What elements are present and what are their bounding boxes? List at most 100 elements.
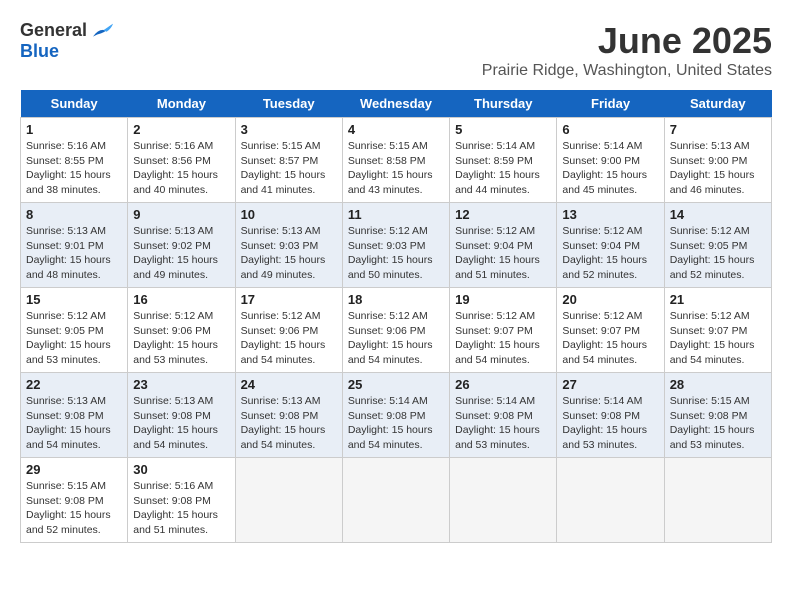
calendar-cell: 1 Sunrise: 5:16 AMSunset: 8:55 PMDaylight… [21,118,128,203]
day-info: Sunrise: 5:13 AMSunset: 9:00 PMDaylight:… [670,139,766,198]
calendar-cell: 11Sunrise: 5:12 AMSunset: 9:03 PMDayligh… [342,203,449,288]
day-info: Sunrise: 5:15 AMSunset: 8:58 PMDaylight:… [348,139,444,198]
day-number: 9 [133,207,229,222]
day-number: 27 [562,377,658,392]
day-info: Sunrise: 5:12 AMSunset: 9:07 PMDaylight:… [670,309,766,368]
calendar-week-row: 29 Sunrise: 5:15 AMSunset: 9:08 PMDayligh… [21,458,772,543]
day-number: 22 [26,377,122,392]
header-wednesday: Wednesday [342,90,449,118]
day-number: 25 [348,377,444,392]
day-number: 2 [133,122,229,137]
calendar-cell: 7 Sunrise: 5:13 AMSunset: 9:00 PMDaylight… [664,118,771,203]
day-number: 18 [348,292,444,307]
day-info: Sunrise: 5:16 AMSunset: 9:08 PMDaylight:… [133,479,229,538]
day-number: 15 [26,292,122,307]
day-number: 4 [348,122,444,137]
day-number: 12 [455,207,551,222]
calendar-cell: 12 Sunrise: 5:12 AMSunset: 9:04 PMDayligh… [450,203,557,288]
calendar-cell: 26 Sunrise: 5:14 AMSunset: 9:08 PMDayligh… [450,373,557,458]
calendar-week-row: 22 Sunrise: 5:13 AMSunset: 9:08 PMDayligh… [21,373,772,458]
day-info: Sunrise: 5:12 AMSunset: 9:07 PMDaylight:… [455,309,551,368]
day-info: Sunrise: 5:14 AMSunset: 9:08 PMDaylight:… [562,394,658,453]
day-info: Sunrise: 5:12 AMSunset: 9:06 PMDaylight:… [348,309,444,368]
day-number: 24 [241,377,337,392]
day-number: 30 [133,462,229,477]
header-monday: Monday [128,90,235,118]
day-number: 20 [562,292,658,307]
day-number: 17 [241,292,337,307]
header-friday: Friday [557,90,664,118]
header-tuesday: Tuesday [235,90,342,118]
day-number: 13 [562,207,658,222]
day-info: Sunrise: 5:12 AMSunset: 9:07 PMDaylight:… [562,309,658,368]
calendar-cell: 4 Sunrise: 5:15 AMSunset: 8:58 PMDaylight… [342,118,449,203]
day-info: Sunrise: 5:12 AMSunset: 9:04 PMDaylight:… [562,224,658,283]
calendar-cell: 29 Sunrise: 5:15 AMSunset: 9:08 PMDayligh… [21,458,128,543]
calendar-cell: 20 Sunrise: 5:12 AMSunset: 9:07 PMDayligh… [557,288,664,373]
calendar-cell: 16Sunrise: 5:12 AMSunset: 9:06 PMDayligh… [128,288,235,373]
calendar-week-row: 1 Sunrise: 5:16 AMSunset: 8:55 PMDaylight… [21,118,772,203]
day-info: Sunrise: 5:13 AMSunset: 9:08 PMDaylight:… [241,394,337,453]
calendar-cell: 6Sunrise: 5:14 AMSunset: 9:00 PMDaylight… [557,118,664,203]
calendar-cell: 5Sunrise: 5:14 AMSunset: 8:59 PMDaylight… [450,118,557,203]
calendar-cell: 27 Sunrise: 5:14 AMSunset: 9:08 PMDayligh… [557,373,664,458]
day-number: 14 [670,207,766,222]
day-info: Sunrise: 5:12 AMSunset: 9:04 PMDaylight:… [455,224,551,283]
day-info: Sunrise: 5:13 AMSunset: 9:03 PMDaylight:… [241,224,337,283]
calendar-title: June 2025 [482,20,772,62]
calendar-cell: 17 Sunrise: 5:12 AMSunset: 9:06 PMDayligh… [235,288,342,373]
calendar-cell: 14Sunrise: 5:12 AMSunset: 9:05 PMDayligh… [664,203,771,288]
day-info: Sunrise: 5:15 AMSunset: 8:57 PMDaylight:… [241,139,337,198]
day-number: 26 [455,377,551,392]
day-info: Sunrise: 5:13 AMSunset: 9:02 PMDaylight:… [133,224,229,283]
calendar-subtitle: Prairie Ridge, Washington, United States [482,62,772,80]
day-info: Sunrise: 5:12 AMSunset: 9:05 PMDaylight:… [26,309,122,368]
calendar-cell [450,458,557,543]
day-info: Sunrise: 5:13 AMSunset: 9:01 PMDaylight:… [26,224,122,283]
day-number: 6 [562,122,658,137]
day-number: 3 [241,122,337,137]
day-info: Sunrise: 5:15 AMSunset: 9:08 PMDaylight:… [26,479,122,538]
day-info: Sunrise: 5:16 AMSunset: 8:55 PMDaylight:… [26,139,122,198]
day-number: 10 [241,207,337,222]
calendar-cell: 30 Sunrise: 5:16 AMSunset: 9:08 PMDayligh… [128,458,235,543]
day-number: 19 [455,292,551,307]
calendar-cell: 13 Sunrise: 5:12 AMSunset: 9:04 PMDayligh… [557,203,664,288]
calendar-cell: 23Sunrise: 5:13 AMSunset: 9:08 PMDayligh… [128,373,235,458]
calendar-cell: 9 Sunrise: 5:13 AMSunset: 9:02 PMDaylight… [128,203,235,288]
calendar-cell: 18 Sunrise: 5:12 AMSunset: 9:06 PMDayligh… [342,288,449,373]
calendar-cell [235,458,342,543]
day-number: 5 [455,122,551,137]
calendar-cell: 19 Sunrise: 5:12 AMSunset: 9:07 PMDayligh… [450,288,557,373]
header-saturday: Saturday [664,90,771,118]
day-number: 1 [26,122,122,137]
header-sunday: Sunday [21,90,128,118]
calendar-cell: 25Sunrise: 5:14 AMSunset: 9:08 PMDayligh… [342,373,449,458]
calendar-cell [664,458,771,543]
header: General Blue June 2025 Prairie Ridge, Wa… [20,20,772,80]
header-thursday: Thursday [450,90,557,118]
calendar-cell: 2 Sunrise: 5:16 AMSunset: 8:56 PMDaylight… [128,118,235,203]
day-info: Sunrise: 5:12 AMSunset: 9:03 PMDaylight:… [348,224,444,283]
day-number: 29 [26,462,122,477]
day-info: Sunrise: 5:16 AMSunset: 8:56 PMDaylight:… [133,139,229,198]
calendar-cell [557,458,664,543]
calendar-cell: 22Sunrise: 5:13 AMSunset: 9:08 PMDayligh… [21,373,128,458]
calendar-cell: 10 Sunrise: 5:13 AMSunset: 9:03 PMDayligh… [235,203,342,288]
calendar-cell: 3 Sunrise: 5:15 AMSunset: 8:57 PMDaylight… [235,118,342,203]
calendar-week-row: 8 Sunrise: 5:13 AMSunset: 9:01 PMDaylight… [21,203,772,288]
day-number: 8 [26,207,122,222]
logo-bird-icon [89,22,113,40]
calendar-cell [342,458,449,543]
calendar-cell: 8 Sunrise: 5:13 AMSunset: 9:01 PMDaylight… [21,203,128,288]
day-number: 28 [670,377,766,392]
calendar-cell: 21Sunrise: 5:12 AMSunset: 9:07 PMDayligh… [664,288,771,373]
day-number: 7 [670,122,766,137]
calendar-cell: 15 Sunrise: 5:12 AMSunset: 9:05 PMDayligh… [21,288,128,373]
title-area: June 2025 Prairie Ridge, Washington, Uni… [482,20,772,80]
day-info: Sunrise: 5:12 AMSunset: 9:06 PMDaylight:… [241,309,337,368]
logo: General Blue [20,20,113,62]
day-info: Sunrise: 5:14 AMSunset: 9:08 PMDaylight:… [455,394,551,453]
day-number: 16 [133,292,229,307]
calendar-header-row: SundayMondayTuesdayWednesdayThursdayFrid… [21,90,772,118]
